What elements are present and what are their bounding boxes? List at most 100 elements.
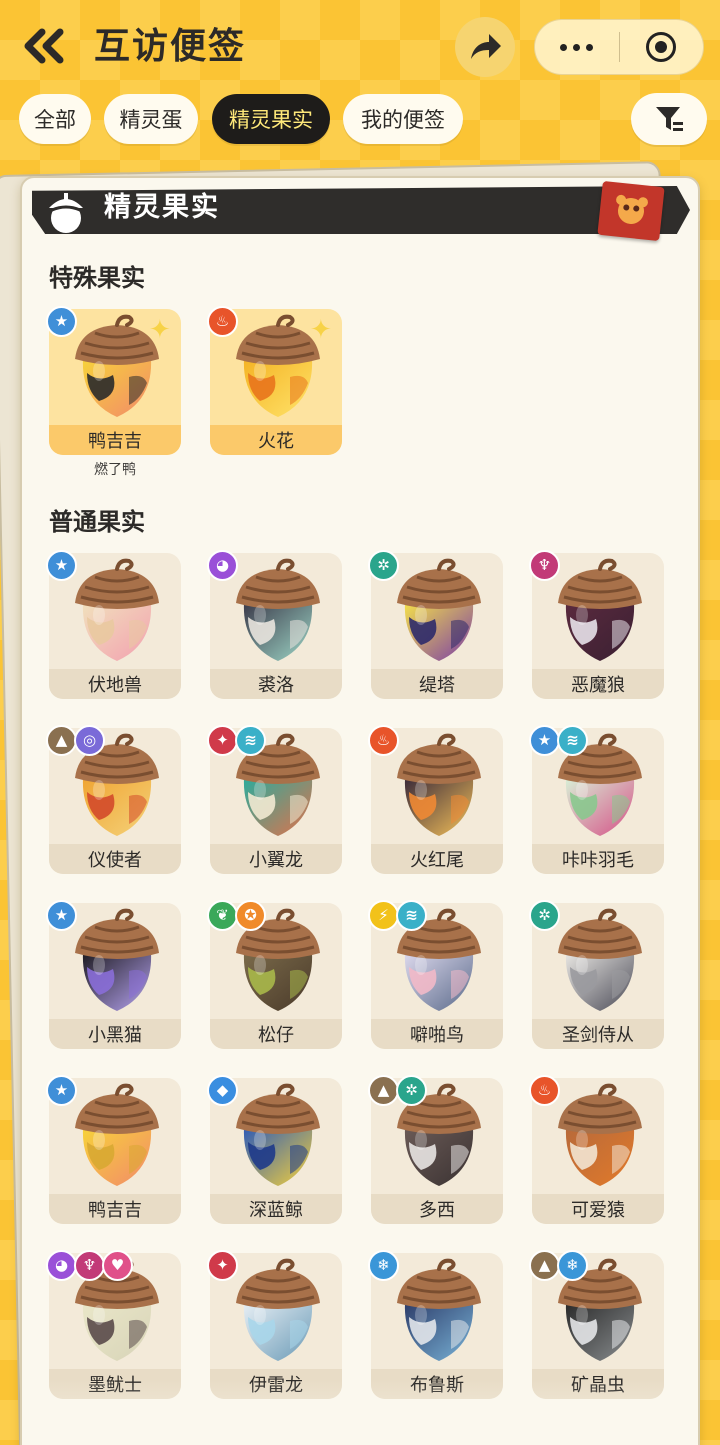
ice-type-icon: ❄ xyxy=(557,1250,588,1281)
fruit-card[interactable]: ▲ ❄ 矿晶虫 xyxy=(529,1250,664,1399)
tab-spirit-fruit[interactable]: 精灵果实 xyxy=(212,94,330,144)
star-type-icon: ★ xyxy=(46,550,77,581)
fruit-name: 火红尾 xyxy=(371,844,503,874)
fruit-card[interactable]: ♨ 可爱猿 xyxy=(529,1075,664,1224)
type-badges: ★ xyxy=(46,306,77,337)
tab-spirit-egg[interactable]: 精灵蛋 xyxy=(104,94,198,144)
acorn-fruit-icon xyxy=(558,1083,642,1186)
fruit-name: 松仔 xyxy=(210,1019,342,1049)
fruit-owner-label: 燃了鸭 xyxy=(94,462,136,478)
fruit-name: 恶魔狼 xyxy=(532,669,664,699)
fruit-card[interactable]: ◕ 裘洛 xyxy=(207,550,342,699)
type-badges: ❄ xyxy=(368,1250,399,1281)
fruit-card[interactable]: ✦ 伊雷龙 xyxy=(207,1250,342,1399)
top-bar: 互访便签 xyxy=(0,0,720,95)
fruit-name: 伏地兽 xyxy=(49,669,181,699)
fruit-name: 鸭吉吉 xyxy=(49,1194,181,1224)
fruit-card[interactable]: ✲ 圣剑侍从 xyxy=(529,900,664,1049)
double-chevron-left-icon xyxy=(24,28,64,64)
acorn-fruit-icon xyxy=(397,1258,481,1361)
type-badges: ◆ xyxy=(207,1075,238,1106)
fruit-name: 鸭吉吉 xyxy=(49,425,181,455)
acorn-fruit-icon xyxy=(558,558,642,661)
type-badges: ◕ ♆ ♥ xyxy=(46,1250,133,1281)
leaf-type-icon: ❦ xyxy=(207,900,238,931)
ghost-type-icon: ◕ xyxy=(207,550,238,581)
acorn-fruit-icon xyxy=(75,558,159,661)
type-badges: ✲ xyxy=(529,900,560,931)
fruit-name: 多西 xyxy=(371,1194,503,1224)
more-button[interactable] xyxy=(535,19,619,75)
mini-program-capsule xyxy=(534,19,704,75)
fruit-card[interactable]: ✦ ≋ 小翼龙 xyxy=(207,725,342,874)
fruit-card[interactable]: ♆ 恶魔狼 xyxy=(529,550,664,699)
type-badges: ▲ ✲ xyxy=(368,1075,427,1106)
fire-type-icon: ♨ xyxy=(529,1075,560,1106)
fruit-card[interactable]: ◆ 深蓝鲸 xyxy=(207,1075,342,1224)
acorn-fruit-icon xyxy=(236,1083,320,1186)
page-title: 互访便签 xyxy=(94,26,247,67)
type-badges: ▲ ❄ xyxy=(529,1250,588,1281)
fruit-name: 小黑猫 xyxy=(49,1019,181,1049)
fruit-name: 裘洛 xyxy=(210,669,342,699)
badge-type-icon: ✪ xyxy=(235,900,266,931)
share-button[interactable] xyxy=(455,17,515,77)
back-button[interactable] xyxy=(18,22,70,70)
fruit-card[interactable]: ★ 伏地兽 xyxy=(46,550,181,699)
category-tabs: 全部 精灵蛋 精灵果实 我的便签 xyxy=(0,94,720,146)
sparkle-icon: ✦ xyxy=(310,315,332,345)
share-arrow-icon xyxy=(471,34,501,59)
fruit-name: 噼啪鸟 xyxy=(371,1019,503,1049)
type-badges: ✲ xyxy=(368,550,399,581)
fruit-card[interactable]: ✦ ♨ 火花 xyxy=(207,306,342,455)
filter-button[interactable] xyxy=(631,93,707,145)
fruit-card[interactable]: ★ 鸭吉吉 xyxy=(46,1075,181,1224)
close-mini-program-button[interactable] xyxy=(620,19,704,75)
wing-type-icon: ≋ xyxy=(396,900,427,931)
type-badges: ▲ ◎ xyxy=(46,725,105,756)
star-type-icon: ★ xyxy=(529,725,560,756)
fruit-card[interactable]: ⚡ ≋ 噼啪鸟 xyxy=(368,900,503,1049)
target-icon xyxy=(646,32,677,62)
fruit-card[interactable]: ★ 小黑猫 xyxy=(46,900,181,1049)
fire-type-icon: ♨ xyxy=(207,306,238,337)
type-badges: ❦ ✪ xyxy=(207,900,266,931)
fruit-name: 小翼龙 xyxy=(210,844,342,874)
fruit-card[interactable]: ▲ ✲ 多西 xyxy=(368,1075,503,1224)
fruit-name: 深蓝鲸 xyxy=(210,1194,342,1224)
tab-my-notes[interactable]: 我的便签 xyxy=(343,94,463,144)
fruit-card[interactable]: ✦ ★ 鸭吉吉 xyxy=(46,306,181,455)
type-badges: ♨ xyxy=(368,725,399,756)
tab-all[interactable]: 全部 xyxy=(19,94,91,144)
fruit-card[interactable]: ♨ 火红尾 xyxy=(368,725,503,874)
wing-type-icon: ≋ xyxy=(557,725,588,756)
dragon-type-icon: ✦ xyxy=(207,1250,238,1281)
star-type-icon: ★ xyxy=(46,306,77,337)
demon-type-icon: ♆ xyxy=(529,550,560,581)
demon-type-icon: ♆ xyxy=(74,1250,105,1281)
fruit-card[interactable]: ✲ 缇塔 xyxy=(368,550,503,699)
type-badges: ♨ xyxy=(207,306,238,337)
filter-funnel-icon xyxy=(656,107,683,131)
fruit-card[interactable]: ◕ ♆ ♥ 墨鱿士 xyxy=(46,1250,181,1399)
fruit-card[interactable]: ❦ ✪ 松仔 xyxy=(207,900,342,1049)
type-badges: ★ ≋ xyxy=(529,725,588,756)
water-type-icon: ◆ xyxy=(207,1075,238,1106)
more-dots-icon xyxy=(560,43,594,51)
swirl-type-icon: ◎ xyxy=(74,725,105,756)
fruit-name: 墨鱿士 xyxy=(49,1369,181,1399)
mountain-type-icon: ▲ xyxy=(368,1075,399,1106)
type-badges: ✦ ≋ xyxy=(207,725,266,756)
type-badges: ★ xyxy=(46,900,77,931)
type-badges: ★ xyxy=(46,1075,77,1106)
fire-type-icon: ♨ xyxy=(368,725,399,756)
fruit-name: 矿晶虫 xyxy=(532,1369,664,1399)
fruit-card[interactable]: ▲ ◎ 仪使者 xyxy=(46,725,181,874)
fruit-name: 伊雷龙 xyxy=(210,1369,342,1399)
fruit-name: 火花 xyxy=(210,425,342,455)
fruit-card[interactable]: ❄ 布鲁斯 xyxy=(368,1250,503,1399)
mountain-type-icon: ▲ xyxy=(46,725,77,756)
fruit-card[interactable]: ★ ≋ 咔咔羽毛 xyxy=(529,725,664,874)
fruit-name: 圣剑侍从 xyxy=(532,1019,664,1049)
stamp-seal-icon xyxy=(597,180,665,242)
